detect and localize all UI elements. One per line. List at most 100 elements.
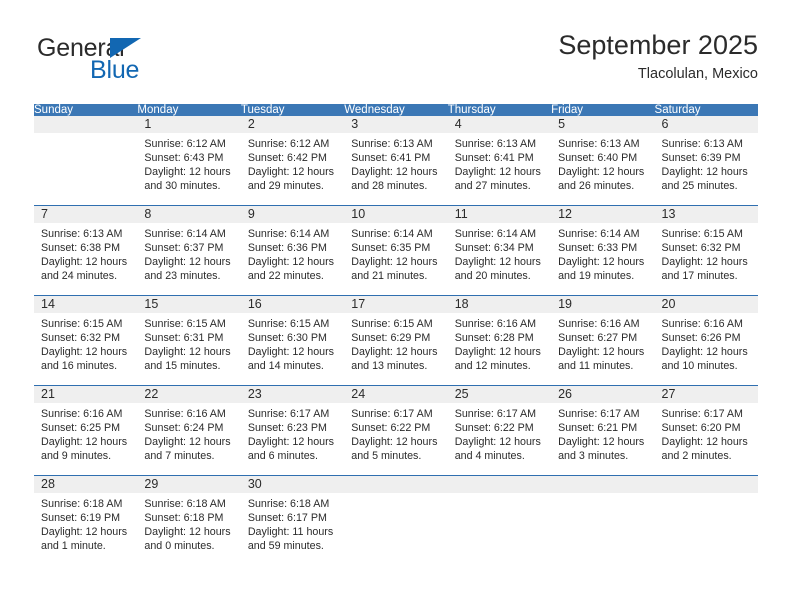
- day-detail-line: and 4 minutes.: [454, 450, 525, 463]
- day-detail-line: Sunset: 6:36 PM: [247, 242, 327, 255]
- calendar-day-cell[interactable]: 30 Sunrise: 6:18 AM Sunset: 6:17 PM Dayligh…: [240, 475, 345, 565]
- day-number: [654, 476, 758, 493]
- day-number: [34, 116, 138, 133]
- day-detail-line: Daylight: 12 hours: [41, 436, 128, 449]
- day-detail-line: Daylight: 12 hours: [351, 436, 438, 449]
- calendar-day-cell[interactable]: 1 Sunrise: 6:12 AM Sunset: 6:43 PM Daylight…: [137, 116, 241, 206]
- day-detail-line: and 5 minutes.: [351, 450, 422, 463]
- day-detail-line: Daylight: 12 hours: [661, 346, 748, 359]
- day-number: 16: [240, 296, 345, 313]
- day-detail-line: Daylight: 12 hours: [144, 256, 231, 269]
- calendar-day-cell[interactable]: 4 Sunrise: 6:13 AM Sunset: 6:41 PM Daylight…: [447, 116, 552, 206]
- calendar-day-cell[interactable]: 28 Sunrise: 6:18 AM Sunset: 6:19 PM Dayligh…: [34, 475, 138, 565]
- day-detail-line: Sunrise: 6:17 AM: [558, 408, 640, 420]
- calendar-day-cell[interactable]: 26 Sunrise: 6:17 AM Sunset: 6:21 PM Dayligh…: [551, 385, 655, 476]
- day-detail-line: Sunrise: 6:12 AM: [144, 138, 226, 150]
- calendar-day-cell[interactable]: 22 Sunrise: 6:16 AM Sunset: 6:24 PM Dayligh…: [137, 385, 241, 476]
- calendar-day-cell[interactable]: 9 Sunrise: 6:14 AM Sunset: 6:36 PM Daylight…: [240, 205, 345, 296]
- day-number: 27: [654, 386, 758, 403]
- calendar-day-cell[interactable]: 15 Sunrise: 6:15 AM Sunset: 6:31 PM Dayligh…: [137, 295, 241, 386]
- day-detail-line: Sunset: 6:40 PM: [558, 152, 638, 165]
- day-detail-line: Daylight: 12 hours: [247, 166, 334, 179]
- weekday-header-saturday: Saturday: [654, 104, 758, 116]
- calendar-day-cell[interactable]: 2 Sunrise: 6:12 AM Sunset: 6:42 PM Daylight…: [240, 116, 345, 206]
- day-detail-text: Sunrise: 6:13 AM Sunset: 6:41 PM Daylight:…: [344, 133, 447, 193]
- calendar-day-cell[interactable]: 11 Sunrise: 6:14 AM Sunset: 6:34 PM Dayligh…: [447, 205, 552, 296]
- calendar-day-cell[interactable]: 19 Sunrise: 6:16 AM Sunset: 6:27 PM Dayligh…: [551, 295, 655, 386]
- calendar-day-cell[interactable]: 27 Sunrise: 6:17 AM Sunset: 6:20 PM Dayligh…: [654, 385, 758, 476]
- day-detail-line: Sunset: 6:41 PM: [351, 152, 431, 165]
- calendar-day-cell[interactable]: 16 Sunrise: 6:15 AM Sunset: 6:30 PM Dayligh…: [240, 295, 345, 386]
- calendar-day-cell[interactable]: 12 Sunrise: 6:14 AM Sunset: 6:33 PM Dayligh…: [551, 205, 655, 296]
- calendar-day-cell[interactable]: 7 Sunrise: 6:13 AM Sunset: 6:38 PM Daylight…: [34, 205, 138, 296]
- calendar-day-cell[interactable]: 14 Sunrise: 6:15 AM Sunset: 6:32 PM Dayligh…: [34, 295, 138, 386]
- title-block: September 2025 Tlacolulan, Mexico: [558, 28, 758, 85]
- day-detail-line: Daylight: 12 hours: [351, 346, 438, 359]
- day-detail-text: Sunrise: 6:13 AM Sunset: 6:38 PM Daylight:…: [34, 223, 137, 283]
- day-detail-line: Sunrise: 6:15 AM: [661, 228, 743, 240]
- calendar-day-cell[interactable]: 8 Sunrise: 6:14 AM Sunset: 6:37 PM Daylight…: [137, 205, 241, 296]
- day-detail-line: Sunset: 6:27 PM: [558, 332, 638, 345]
- day-detail-line: Daylight: 12 hours: [558, 256, 645, 269]
- day-detail-line: Sunset: 6:23 PM: [247, 422, 327, 435]
- day-detail-line: Sunset: 6:22 PM: [351, 422, 431, 435]
- day-detail-line: and 2 minutes.: [661, 450, 732, 463]
- day-detail-line: Daylight: 12 hours: [41, 526, 128, 539]
- calendar-day-cell[interactable]: 21 Sunrise: 6:16 AM Sunset: 6:25 PM Dayligh…: [34, 385, 138, 476]
- calendar-day-cell[interactable]: 3 Sunrise: 6:13 AM Sunset: 6:41 PM Daylight…: [344, 116, 448, 206]
- day-detail-line: Sunrise: 6:14 AM: [558, 228, 640, 240]
- day-detail-line: and 20 minutes.: [454, 270, 531, 283]
- calendar-day-cell[interactable]: 25 Sunrise: 6:17 AM Sunset: 6:22 PM Dayligh…: [447, 385, 552, 476]
- calendar-day-cell[interactable]: 24 Sunrise: 6:17 AM Sunset: 6:22 PM Dayligh…: [344, 385, 448, 476]
- day-number: 4: [447, 116, 552, 133]
- day-detail-line: and 26 minutes.: [558, 180, 635, 193]
- calendar-day-cell[interactable]: 5 Sunrise: 6:13 AM Sunset: 6:40 PM Daylight…: [551, 116, 655, 206]
- day-detail-text: Sunrise: 6:16 AM Sunset: 6:24 PM Daylight:…: [137, 403, 240, 463]
- day-detail-line: and 10 minutes.: [661, 360, 738, 373]
- day-detail-line: Sunset: 6:34 PM: [454, 242, 534, 255]
- day-detail-line: and 14 minutes.: [247, 360, 324, 373]
- calendar-week-row: 14 Sunrise: 6:15 AM Sunset: 6:32 PM Dayligh…: [34, 295, 758, 386]
- weekday-header-row: Sunday Monday Tuesday Wednesday Thursday…: [34, 104, 758, 116]
- day-detail-line: Sunrise: 6:13 AM: [351, 138, 433, 150]
- day-detail-line: Sunrise: 6:16 AM: [558, 318, 640, 330]
- day-number: 15: [137, 296, 241, 313]
- day-detail-line: Sunset: 6:28 PM: [454, 332, 534, 345]
- day-detail-line: Sunrise: 6:14 AM: [454, 228, 537, 240]
- day-number: 17: [344, 296, 448, 313]
- day-detail-line: Daylight: 12 hours: [247, 256, 334, 269]
- weekday-header-friday: Friday: [551, 104, 655, 116]
- calendar-header-row: Sunday Monday Tuesday Wednesday Thursday…: [34, 104, 758, 116]
- calendar-day-cell[interactable]: 6 Sunrise: 6:13 AM Sunset: 6:39 PM Daylight…: [654, 116, 758, 206]
- day-detail-line: and 3 minutes.: [558, 450, 629, 463]
- day-detail-line: Sunset: 6:19 PM: [41, 512, 121, 525]
- day-detail-line: Sunset: 6:39 PM: [661, 152, 741, 165]
- calendar-day-cell[interactable]: 23 Sunrise: 6:17 AM Sunset: 6:23 PM Dayligh…: [240, 385, 345, 476]
- day-detail-line: Sunrise: 6:17 AM: [247, 408, 330, 420]
- calendar-day-cell[interactable]: 13 Sunrise: 6:15 AM Sunset: 6:32 PM Dayligh…: [654, 205, 758, 296]
- day-number: 28: [34, 476, 138, 493]
- day-detail-text: Sunrise: 6:16 AM Sunset: 6:27 PM Daylight:…: [551, 313, 654, 373]
- day-detail-line: Daylight: 12 hours: [454, 346, 541, 359]
- day-detail-line: Daylight: 12 hours: [351, 256, 438, 269]
- day-detail-line: Sunset: 6:24 PM: [144, 422, 224, 435]
- day-detail-line: Sunset: 6:18 PM: [144, 512, 224, 525]
- calendar-day-cell[interactable]: 29 Sunrise: 6:18 AM Sunset: 6:18 PM Dayligh…: [137, 475, 241, 565]
- calendar-day-cell[interactable]: 18 Sunrise: 6:16 AM Sunset: 6:28 PM Dayligh…: [447, 295, 552, 386]
- day-number: 6: [654, 116, 758, 133]
- day-number: [447, 476, 552, 493]
- calendar-day-cell[interactable]: 10 Sunrise: 6:14 AM Sunset: 6:35 PM Dayligh…: [344, 205, 448, 296]
- day-number: 29: [137, 476, 241, 493]
- day-detail-line: Daylight: 12 hours: [144, 436, 231, 449]
- calendar-day-cell[interactable]: 17 Sunrise: 6:15 AM Sunset: 6:29 PM Dayligh…: [344, 295, 448, 386]
- day-detail-line: Sunrise: 6:15 AM: [351, 318, 433, 330]
- day-detail-line: Sunrise: 6:15 AM: [247, 318, 330, 330]
- day-detail-line: Daylight: 12 hours: [144, 166, 231, 179]
- day-detail-line: Sunset: 6:32 PM: [41, 332, 121, 345]
- day-detail-line: and 24 minutes.: [41, 270, 118, 283]
- day-detail-line: Sunrise: 6:16 AM: [41, 408, 123, 420]
- day-number: 18: [447, 296, 552, 313]
- day-detail-line: and 12 minutes.: [454, 360, 531, 373]
- calendar-day-cell[interactable]: 20 Sunrise: 6:16 AM Sunset: 6:26 PM Dayligh…: [654, 295, 758, 386]
- day-detail-line: Daylight: 12 hours: [558, 436, 645, 449]
